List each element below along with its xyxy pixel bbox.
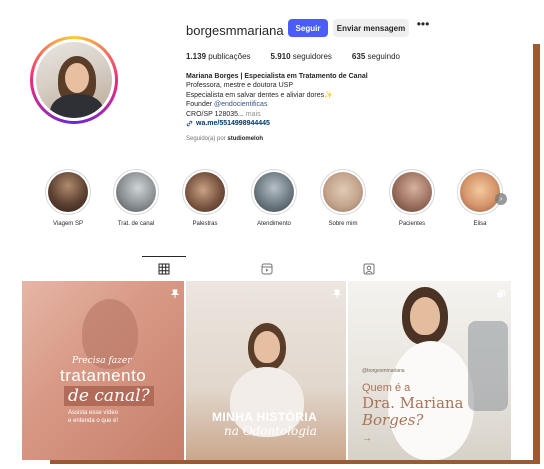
highlight-label: Pacientes	[398, 221, 426, 227]
posts-count: 1.139 publicações	[186, 52, 251, 61]
send-message-button[interactable]: Enviar mensagem	[333, 19, 409, 37]
avatar-photo	[36, 42, 112, 118]
highlight-palestras[interactable]: Palestras	[175, 169, 235, 227]
bio-line: Founder @endocientificas	[186, 101, 268, 109]
post-photo-equipment	[468, 321, 508, 411]
highlight-sobre-mim[interactable]: Sobre mim	[313, 169, 373, 227]
post-photo-face	[254, 331, 280, 363]
post-caption: MINHA HISTÓRIA	[212, 410, 318, 424]
post-caption: tratamento	[60, 366, 147, 385]
post-subcaption: Assista esse vídeo e entenda o que é!	[68, 410, 119, 424]
highlight-trat-de-canal[interactable]: Trat. de canal	[106, 169, 166, 227]
username-row: borgesmmariana	[186, 21, 300, 39]
post-thumbnail-historia[interactable]: MINHA HISTÓRIA na Odontologia	[186, 281, 346, 460]
post-caption: Borges?	[362, 411, 424, 429]
bio-name: Mariana Borges | Especialista em Tratame…	[186, 73, 368, 80]
highlight-atendimento[interactable]: Atendimento	[244, 169, 304, 227]
highlight-label: Elisa	[473, 221, 487, 227]
carousel-post-icon	[496, 286, 506, 298]
pinned-post-icon	[170, 286, 180, 298]
post-photo-face	[410, 297, 440, 335]
follow-button[interactable]: Seguir	[288, 19, 328, 37]
post-caption-highlight: de canal?	[64, 386, 154, 406]
profile-bio: Mariana Borges | Especialista em Tratame…	[186, 72, 386, 128]
profile-username: borgesmmariana	[186, 22, 284, 38]
highlight-label: Trat. de canal	[117, 221, 155, 227]
post-caption: Dra. Mariana	[362, 394, 464, 412]
profile-avatar[interactable]	[30, 36, 118, 124]
highlights-next-arrow-icon[interactable]: ›	[495, 193, 507, 205]
post-caption: Quem é a	[362, 382, 411, 394]
link-icon	[186, 120, 193, 127]
bio-line: CRO/SP 128035... mais	[186, 110, 261, 118]
post-thumbnail-quem-e[interactable]: @borgesmmariana Quem é a Dra. Mariana Bo…	[348, 281, 511, 460]
tab-posts-grid-icon[interactable]	[158, 262, 172, 276]
post-caption: Precisa fazer	[72, 356, 132, 366]
arrow-right-icon: →	[362, 433, 372, 444]
bio-line: Professora, mestre e doutora USP	[186, 82, 293, 90]
tab-tagged-icon[interactable]	[363, 262, 377, 276]
post-thumbnail-canal[interactable]: Precisa fazer tratamento de canal? Assis…	[22, 281, 184, 460]
active-tab-indicator	[142, 256, 186, 257]
tab-reels-icon[interactable]	[261, 262, 275, 276]
bio-more-link[interactable]: mais	[244, 111, 261, 118]
highlight-label: Viagem SP	[53, 221, 83, 227]
pinned-post-icon	[332, 286, 342, 298]
profile-stats: 1.139 publicações 5.910 seguidores 635 s…	[186, 52, 420, 61]
mention-link[interactable]: @endocientificas	[214, 101, 267, 108]
website-link[interactable]: wa.me/5514998944445	[186, 119, 386, 128]
following-count[interactable]: 635 seguindo	[352, 52, 400, 61]
highlight-pacientes[interactable]: Pacientes	[382, 169, 442, 227]
post-caption: na Odontologia	[224, 424, 317, 438]
more-options-icon[interactable]: •••	[416, 18, 430, 33]
highlight-label: Sobre mim	[328, 221, 358, 227]
highlight-label: Atendimento	[257, 221, 291, 227]
bio-line: Especialista em salvar dentes e aliviar …	[186, 91, 333, 99]
highlight-viagem-sp[interactable]: Viagem SP	[38, 169, 98, 227]
post-handle: @borgesmmariana	[362, 368, 405, 374]
followed-by-text[interactable]: Seguido(a) por studiomeloh	[186, 136, 263, 142]
highlight-label: Palestras	[192, 221, 218, 227]
followers-count[interactable]: 5.910 seguidores	[271, 52, 332, 61]
